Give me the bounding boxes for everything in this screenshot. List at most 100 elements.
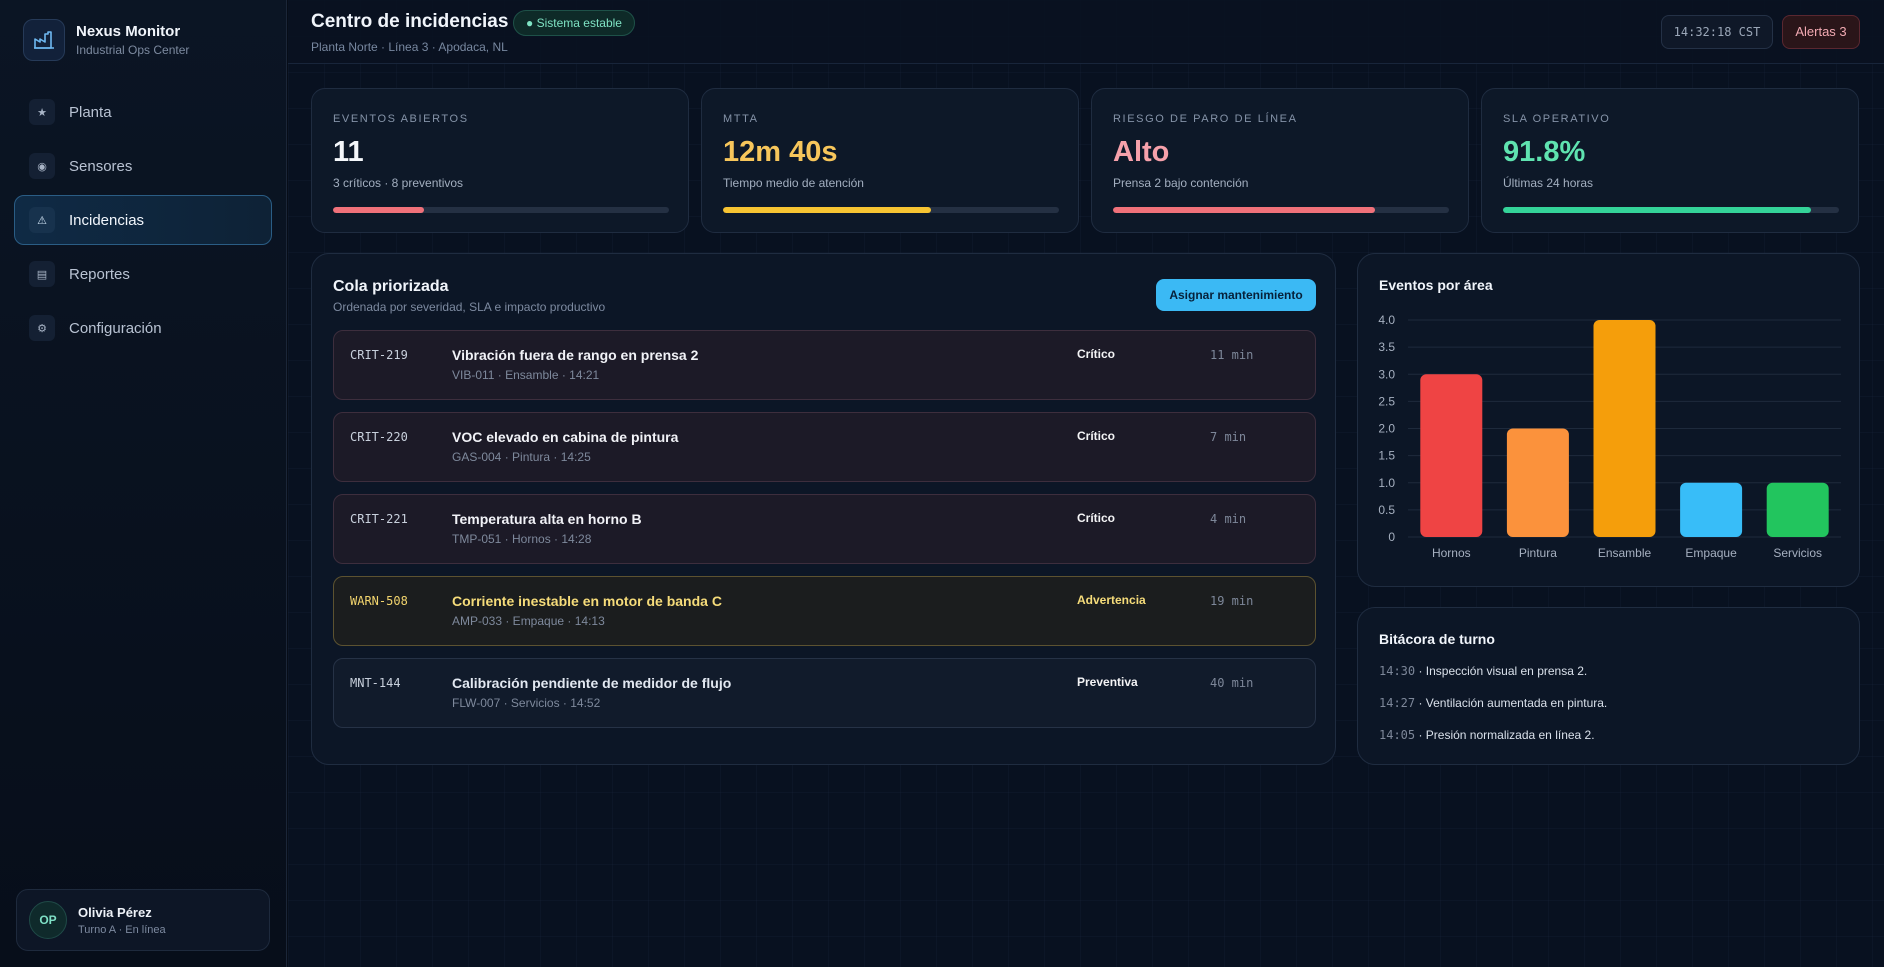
status-badge: ● Sistema estable — [513, 10, 635, 36]
log-text: · Ventilación aumentada en pintura. — [1415, 696, 1608, 710]
incident-meta: AMP-033 · Empaque · 14:13 — [452, 614, 605, 628]
sidebar-item-label: Configuración — [69, 319, 162, 337]
severity-label: Crítico — [1077, 429, 1116, 443]
incident-meta: VIB-011 · Ensamble · 14:21 — [452, 368, 600, 382]
incident-age: 11 min — [1210, 348, 1254, 362]
sidebar-nav: ★ Planta ◉ Sensores ⚠ Incidencias ▤ Repo… — [14, 87, 272, 357]
x-tick-label: Ensamble — [1598, 546, 1652, 560]
alerts-button[interactable]: Alertas 3 — [1782, 15, 1860, 49]
kpi-subtitle: Tiempo medio de atención — [723, 176, 864, 190]
incident-row[interactable]: CRIT-220 VOC elevado en cabina de pintur… — [333, 412, 1316, 482]
panel-title: Cola priorizada — [333, 278, 449, 295]
gear-icon: ⚙ — [29, 315, 55, 341]
incident-row[interactable]: CRIT-221 Temperatura alta en horno B TMP… — [333, 494, 1316, 564]
incident-code: CRIT-219 — [350, 348, 408, 362]
log-text: · Presión normalizada en línea 2. — [1415, 728, 1595, 742]
kpi-subtitle: 3 críticos · 8 preventivos — [333, 176, 464, 190]
incident-title: Temperatura alta en horno B — [452, 511, 642, 527]
kpi-card-sla: SLA OPERATIVO 91.8% Últimas 24 horas — [1481, 88, 1859, 233]
events-by-area-chart: 0 0.5 1.0 1.5 2.0 2.5 3.0 3.5 4.0 Hornos Pintura En… — [1378, 313, 1841, 560]
y-tick-label: 3.5 — [1378, 340, 1395, 354]
incident-age: 7 min — [1210, 430, 1247, 444]
sidebar: Nexus Monitor Industrial Ops Center ★ Pl… — [0, 0, 287, 967]
breadcrumb: Planta Norte · Línea 3 · Apodaca, NL — [311, 40, 508, 54]
x-tick-label: Hornos — [1432, 546, 1471, 560]
severity-label: Advertencia — [1077, 593, 1146, 607]
log-text: · Inspección visual en prensa 2. — [1415, 664, 1588, 678]
star-icon: ★ — [29, 99, 55, 125]
severity-label: Crítico — [1077, 347, 1116, 361]
y-tick-label: 0.5 — [1378, 503, 1395, 517]
shift-log-panel: Bitácora de turno 14:30 · Inspección vis… — [1357, 607, 1860, 765]
panel-title: Bitácora de turno — [1379, 631, 1495, 647]
sidebar-item-label: Incidencias — [69, 211, 145, 229]
kpi-progress-track — [1113, 207, 1449, 213]
x-tick-label: Empaque — [1685, 546, 1737, 560]
kpi-subtitle: Últimas 24 horas — [1503, 176, 1594, 190]
bar — [1680, 482, 1743, 537]
severity-label: Preventiva — [1077, 675, 1138, 689]
clock-display: 14:32:18 CST — [1661, 15, 1773, 49]
kpi-progress-track — [1503, 207, 1839, 213]
events-by-area-panel: Eventos por área 0 0.5 1.0 1.5 2.0 2.5 3.0 3.5 4… — [1357, 253, 1860, 587]
brand: Nexus Monitor Industrial Ops Center — [23, 19, 189, 61]
user-name: Olivia Pérez — [78, 904, 152, 920]
kpi-progress-fill — [723, 207, 932, 213]
warning-icon: ⚠ — [29, 207, 55, 233]
kpi-label: SLA OPERATIVO — [1503, 113, 1611, 125]
kpi-progress-track — [723, 207, 1059, 213]
brand-name: Nexus Monitor — [76, 23, 181, 40]
severity-label: Crítico — [1077, 511, 1116, 525]
incident-meta: FLW-007 · Servicios · 14:52 — [452, 696, 601, 710]
assign-maintenance-button[interactable]: Asignar mantenimiento — [1156, 279, 1316, 311]
sidebar-item-configuracion[interactable]: ⚙ Configuración — [14, 303, 272, 353]
x-tick-label: Servicios — [1773, 546, 1822, 560]
y-tick-label: 1.0 — [1378, 476, 1395, 490]
kpi-progress-fill — [1113, 207, 1376, 213]
incident-row[interactable]: WARN-508 Corriente inestable en motor de… — [333, 576, 1316, 646]
bar — [1506, 428, 1569, 537]
kpi-value: 11 — [333, 136, 364, 168]
kpi-value: Alto — [1113, 136, 1170, 168]
avatar: OP — [29, 901, 67, 939]
incident-row[interactable]: CRIT-219 Vibración fuera de rango en pre… — [333, 330, 1316, 400]
brand-subtitle: Industrial Ops Center — [76, 43, 190, 57]
kpi-card-line-stop-risk: RIESGO DE PARO DE LÍNEA Alto Prensa 2 ba… — [1091, 88, 1469, 233]
sidebar-item-label: Planta — [69, 103, 112, 121]
y-tick-label: 2.0 — [1378, 422, 1395, 436]
user-status: Turno A · En línea — [78, 923, 166, 936]
incident-age: 4 min — [1210, 512, 1247, 526]
sidebar-item-sensores[interactable]: ◉ Sensores — [14, 141, 272, 191]
sidebar-item-label: Reportes — [69, 265, 130, 283]
incident-code: WARN-508 — [350, 594, 408, 608]
sidebar-item-planta[interactable]: ★ Planta — [14, 87, 272, 137]
kpi-card-mtta: MTTA 12m 40s Tiempo medio de atención — [701, 88, 1079, 233]
y-tick-label: 2.5 — [1378, 394, 1395, 408]
kpi-label: RIESGO DE PARO DE LÍNEA — [1113, 113, 1298, 125]
sidebar-item-reportes[interactable]: ▤ Reportes — [14, 249, 272, 299]
bar — [1593, 320, 1656, 537]
sidebar-item-label: Sensores — [69, 157, 133, 175]
main-area: Centro de incidencias ● Sistema estable … — [288, 0, 1884, 967]
y-tick-label: 1.5 — [1378, 449, 1395, 463]
log-time: 14:05 — [1379, 728, 1416, 742]
incident-age: 40 min — [1210, 676, 1254, 690]
report-icon: ▤ — [29, 261, 55, 287]
page-title: Centro de incidencias — [311, 11, 509, 32]
kpi-card-open-events: EVENTOS ABIERTOS 11 3 críticos · 8 preve… — [311, 88, 689, 233]
kpi-label: MTTA — [723, 113, 759, 125]
kpi-value: 91.8% — [1503, 136, 1586, 168]
log-entry: 14:05 · Presión normalizada en línea 2. — [1379, 728, 1595, 742]
incident-code: CRIT-220 — [350, 430, 408, 444]
incident-row[interactable]: MNT-144 Calibración pendiente de medidor… — [333, 658, 1316, 728]
bar — [1766, 482, 1829, 537]
kpi-label: EVENTOS ABIERTOS — [333, 113, 469, 125]
user-card[interactable]: OP Olivia Pérez Turno A · En línea — [16, 889, 270, 951]
log-entry: 14:27 · Ventilación aumentada en pintura… — [1379, 696, 1607, 710]
kpi-progress-fill — [333, 207, 424, 213]
sidebar-item-incidencias[interactable]: ⚠ Incidencias — [14, 195, 272, 245]
incident-title: Corriente inestable en motor de banda C — [452, 593, 722, 609]
incident-code: CRIT-221 — [350, 512, 408, 526]
log-entry: 14:30 · Inspección visual en prensa 2. — [1379, 664, 1587, 678]
factory-logo-icon — [23, 19, 65, 61]
